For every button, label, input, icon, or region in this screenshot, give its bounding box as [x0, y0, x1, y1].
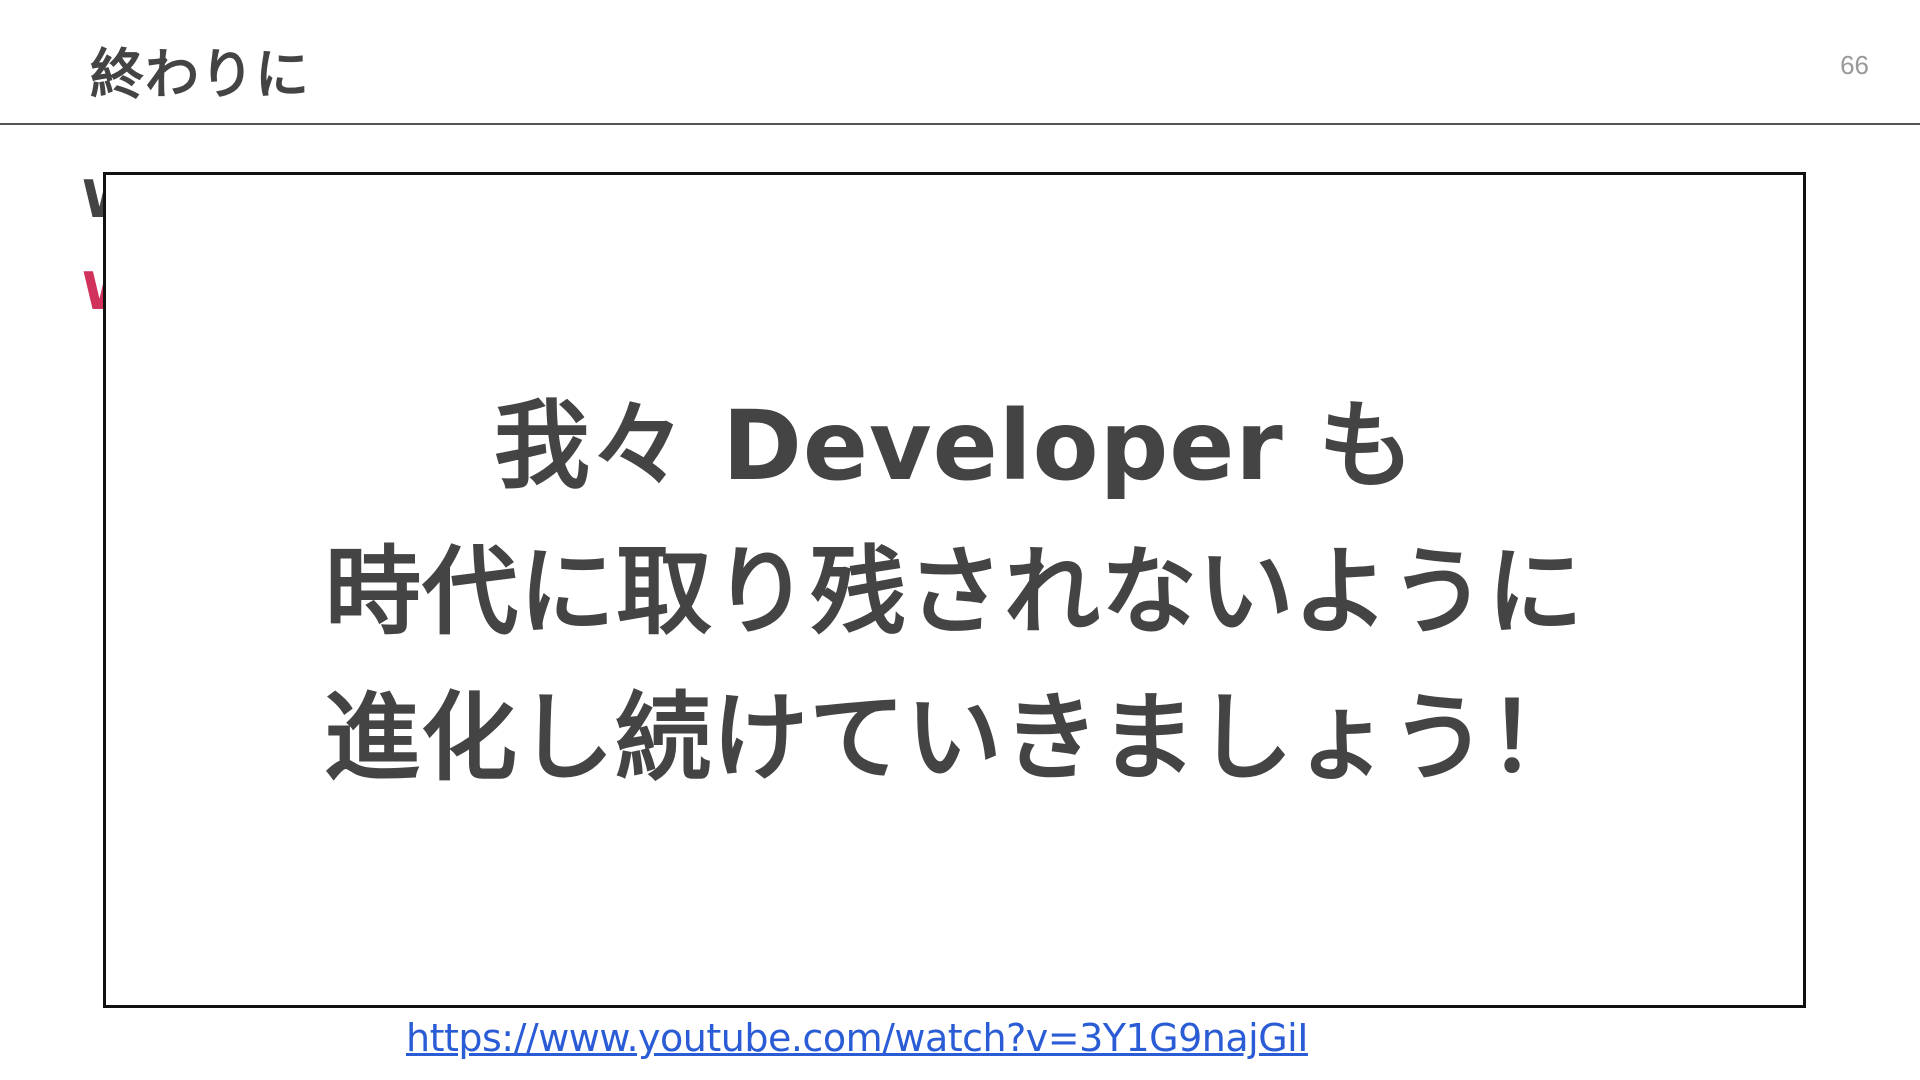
slide-title: 終わりに — [90, 43, 310, 106]
slide: 終わりに 66 W W 我々 Developer も 時代に取り残されないように… — [0, 0, 1920, 1080]
message-line-3: 進化し続けていきましょう！ — [324, 682, 1585, 794]
message-lines: 我々 Developer も 時代に取り残されないように 進化し続けていきましょ… — [106, 373, 1803, 811]
title-divider — [0, 123, 1920, 125]
message-box: 我々 Developer も 時代に取り残されないように 進化し続けていきましょ… — [103, 172, 1806, 1008]
message-line-2: 時代に取り残されないように — [324, 536, 1585, 648]
page-number: 66 — [1840, 50, 1869, 80]
youtube-link[interactable]: https://www.youtube.com/watch?v=3Y1G9naj… — [406, 1016, 1308, 1060]
message-line-1: 我々 Developer も — [493, 390, 1416, 502]
